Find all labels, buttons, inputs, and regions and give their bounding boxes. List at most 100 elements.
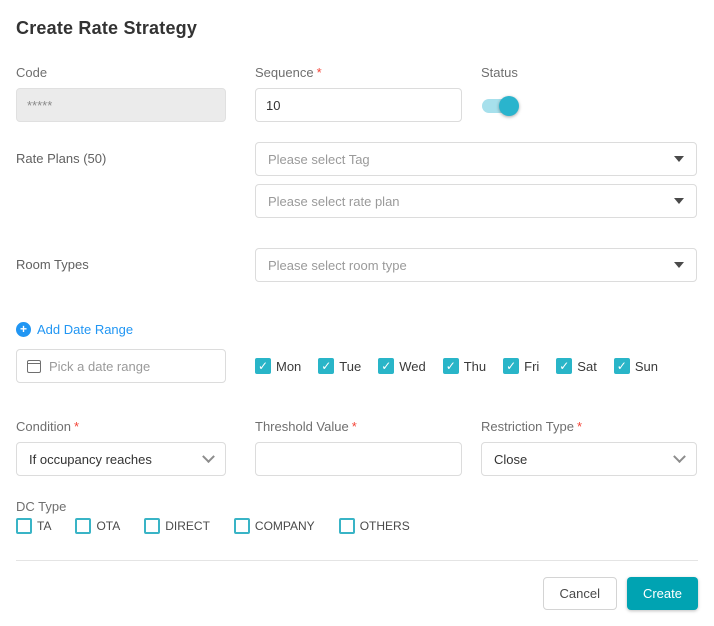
room-types-select-wrap: Please select room type	[255, 248, 697, 282]
dc-checkbox-ta[interactable]: TA	[16, 518, 51, 534]
checkbox-checked-icon	[443, 358, 459, 374]
row-code-sequence-status: Code Sequence* Status	[16, 65, 698, 122]
caret-down-icon	[674, 156, 684, 162]
checkbox-checked-icon	[556, 358, 572, 374]
checkbox-checked-icon	[614, 358, 630, 374]
sequence-label: Sequence*	[255, 65, 462, 80]
dc-checkbox-company[interactable]: COMPANY	[234, 518, 315, 534]
checkbox-unchecked-icon	[75, 518, 91, 534]
calendar-icon	[27, 360, 41, 373]
dc-label: OTA	[96, 519, 120, 533]
checkbox-unchecked-icon	[339, 518, 355, 534]
tag-select[interactable]: Please select Tag	[255, 142, 697, 176]
dc-label: OTHERS	[360, 519, 410, 533]
day-label: Sun	[635, 359, 658, 374]
threshold-field: Threshold Value*	[255, 419, 462, 476]
sequence-field: Sequence*	[255, 65, 462, 122]
add-date-range-label: Add Date Range	[37, 322, 133, 337]
dc-checkbox-others[interactable]: OTHERS	[339, 518, 410, 534]
caret-down-icon	[674, 262, 684, 268]
day-checkbox-thu[interactable]: Thu	[443, 358, 486, 374]
threshold-label-text: Threshold Value	[255, 419, 349, 434]
checkbox-checked-icon	[318, 358, 334, 374]
page-title: Create Rate Strategy	[16, 18, 698, 39]
threshold-input[interactable]	[255, 442, 462, 476]
room-types-label: Room Types	[16, 257, 89, 272]
checkbox-checked-icon	[503, 358, 519, 374]
create-rate-strategy-dialog: Create Rate Strategy Code Sequence* Stat…	[0, 0, 714, 626]
condition-select[interactable]: If occupancy reaches	[16, 442, 226, 476]
checkbox-unchecked-icon	[144, 518, 160, 534]
tag-select-placeholder: Please select Tag	[268, 152, 370, 167]
day-label: Mon	[276, 359, 301, 374]
day-checkbox-sun[interactable]: Sun	[614, 358, 658, 374]
chevron-down-icon	[202, 450, 215, 463]
sequence-label-text: Sequence	[255, 65, 314, 80]
restriction-type-select[interactable]: Close	[481, 442, 697, 476]
condition-label: Condition*	[16, 419, 226, 434]
dialog-footer: Cancel Create	[16, 561, 698, 626]
row-condition: Condition* If occupancy reaches Threshol…	[16, 419, 698, 476]
row-rate-plans: Rate Plans (50) Please select Tag Please…	[16, 142, 698, 218]
day-checkbox-sat[interactable]: Sat	[556, 358, 597, 374]
caret-down-icon	[674, 198, 684, 204]
code-label: Code	[16, 65, 226, 80]
day-checkbox-fri[interactable]: Fri	[503, 358, 539, 374]
dc-type-section: DC Type TA OTA DIRECT COMPANY OTHERS	[16, 498, 698, 534]
day-label: Sat	[577, 359, 597, 374]
date-range-input[interactable]	[49, 359, 215, 374]
dc-label: COMPANY	[255, 519, 315, 533]
day-label: Tue	[339, 359, 361, 374]
dc-type-label: DC Type	[16, 499, 66, 514]
checkbox-checked-icon	[255, 358, 271, 374]
checkbox-unchecked-icon	[234, 518, 250, 534]
dc-checkbox-direct[interactable]: DIRECT	[144, 518, 210, 534]
day-label: Thu	[464, 359, 486, 374]
date-range-picker[interactable]	[16, 349, 226, 383]
day-checkbox-mon[interactable]: Mon	[255, 358, 301, 374]
code-field: Code	[16, 65, 226, 122]
restriction-label-text: Restriction Type	[481, 419, 574, 434]
condition-value: If occupancy reaches	[29, 452, 152, 467]
rate-plans-selects: Please select Tag Please select rate pla…	[255, 142, 697, 218]
dc-checkbox-ota[interactable]: OTA	[75, 518, 120, 534]
required-asterisk: *	[317, 65, 322, 80]
room-types-label-wrap: Room Types	[16, 248, 255, 274]
rate-plans-label-wrap: Rate Plans (50)	[16, 142, 255, 168]
toggle-thumb-icon	[499, 96, 519, 116]
day-label: Fri	[524, 359, 539, 374]
dc-label: TA	[37, 519, 51, 533]
rate-plan-select[interactable]: Please select rate plan	[255, 184, 697, 218]
restriction-label: Restriction Type*	[481, 419, 697, 434]
room-type-select-placeholder: Please select room type	[268, 258, 407, 273]
day-checkbox-tue[interactable]: Tue	[318, 358, 361, 374]
day-checkbox-wed[interactable]: Wed	[378, 358, 426, 374]
sequence-input[interactable]	[255, 88, 462, 122]
room-type-select[interactable]: Please select room type	[255, 248, 697, 282]
row-room-types: Room Types Please select room type	[16, 248, 698, 282]
required-asterisk: *	[74, 419, 79, 434]
condition-field: Condition* If occupancy reaches	[16, 419, 226, 476]
weekday-checkboxes: Mon Tue Wed Thu Fri Sat	[255, 358, 675, 374]
rate-plans-label: Rate Plans (50)	[16, 151, 106, 166]
status-field: Status	[481, 65, 697, 116]
condition-label-text: Condition	[16, 419, 71, 434]
required-asterisk: *	[577, 419, 582, 434]
create-button[interactable]: Create	[627, 577, 698, 610]
status-toggle[interactable]	[481, 96, 519, 116]
code-input	[16, 88, 226, 122]
dc-type-checkboxes: TA OTA DIRECT COMPANY OTHERS	[16, 518, 698, 534]
restriction-value: Close	[494, 452, 527, 467]
row-date-days: Mon Tue Wed Thu Fri Sat	[16, 349, 698, 383]
checkbox-checked-icon	[378, 358, 394, 374]
add-date-range-link[interactable]: Add Date Range	[16, 322, 133, 337]
chevron-down-icon	[673, 450, 686, 463]
day-label: Wed	[399, 359, 426, 374]
add-circle-icon	[16, 322, 31, 337]
checkbox-unchecked-icon	[16, 518, 32, 534]
dc-label: DIRECT	[165, 519, 210, 533]
threshold-label: Threshold Value*	[255, 419, 462, 434]
cancel-button[interactable]: Cancel	[543, 577, 617, 610]
rate-plan-select-placeholder: Please select rate plan	[268, 194, 400, 209]
status-label: Status	[481, 65, 697, 80]
